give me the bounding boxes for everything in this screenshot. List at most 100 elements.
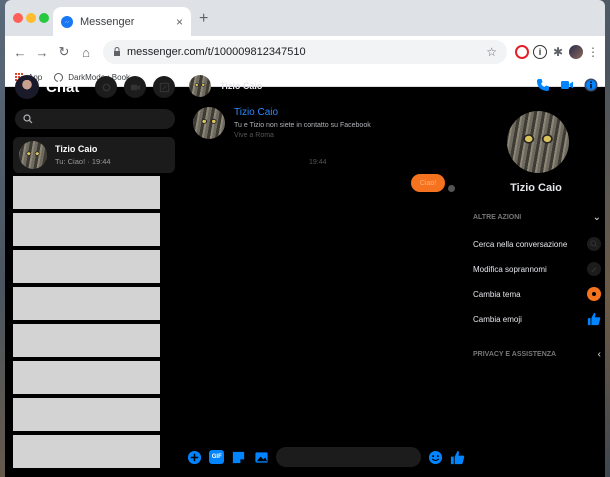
video-call-button[interactable] xyxy=(559,77,575,93)
message-timestamp: 19:44 xyxy=(309,159,327,166)
emoji-button[interactable] xyxy=(428,449,443,465)
browser-menu-icon[interactable]: ⋮ xyxy=(587,45,599,59)
minimize-window-button[interactable] xyxy=(26,13,36,23)
avatar[interactable] xyxy=(15,75,39,99)
browser-toolbar: ← → ↻ ⌂ messenger.com/t/100009812347510 … xyxy=(5,36,605,68)
action-label: Cerca nella conversazione xyxy=(473,239,568,249)
address-bar[interactable]: messenger.com/t/100009812347510 ☆ xyxy=(103,40,507,64)
home-icon[interactable]: ⌂ xyxy=(77,43,95,61)
section-title: PRIVACY E ASSISTENZA xyxy=(473,351,557,358)
loading-placeholders xyxy=(13,176,160,472)
forward-icon[interactable]: → xyxy=(33,43,51,61)
compose-icon xyxy=(159,82,169,92)
contact-name: Tizio Caio xyxy=(220,81,263,91)
close-window-button[interactable] xyxy=(13,13,23,23)
search-input[interactable] xyxy=(39,114,159,124)
theme-color-icon xyxy=(587,287,601,301)
change-emoji-row[interactable]: Cambia emoji xyxy=(473,312,601,326)
list-item[interactable]: Tizio Caio Tu: Ciao! · 19:44 xyxy=(13,137,175,173)
image-icon xyxy=(254,451,268,463)
sticker-button[interactable] xyxy=(231,449,246,465)
bookmark-star-icon[interactable]: ☆ xyxy=(486,45,497,59)
change-theme-row[interactable]: Cambia tema xyxy=(473,287,601,301)
avatar xyxy=(19,141,47,169)
conversation-name: Tizio Caio xyxy=(55,144,98,154)
tab-title: Messenger xyxy=(80,15,135,28)
action-label: Modifica soprannomi xyxy=(473,264,547,274)
contact-intro: Tizio Caio Tu e Tizio non siete in conta… xyxy=(193,107,371,139)
profile-name: Tizio Caio xyxy=(510,182,562,194)
video-camera-icon xyxy=(130,84,140,90)
send-like-button[interactable] xyxy=(450,449,465,465)
video-camera-icon xyxy=(561,81,573,89)
placeholder-block xyxy=(13,176,160,209)
placeholder-block xyxy=(13,435,160,468)
intro-location: Vive a Roma xyxy=(234,132,274,139)
placeholder-block xyxy=(13,287,160,320)
action-label: Cambia tema xyxy=(473,289,521,299)
back-icon[interactable]: ← xyxy=(11,43,29,61)
info-extension-icon[interactable]: i xyxy=(533,45,547,59)
audio-call-button[interactable] xyxy=(535,77,551,93)
more-actions-button[interactable] xyxy=(187,449,202,465)
search-icon xyxy=(23,114,33,124)
placeholder-block xyxy=(13,213,160,246)
avatar xyxy=(193,107,225,139)
placeholder-block xyxy=(13,361,160,394)
opera-extension-icon[interactable] xyxy=(515,45,529,59)
new-video-call-button[interactable] xyxy=(124,76,146,98)
page-title: Chat xyxy=(46,78,80,96)
extensions-puzzle-icon[interactable]: ✱ xyxy=(551,45,565,59)
zoom-window-button[interactable] xyxy=(39,13,49,23)
avatar[interactable] xyxy=(507,111,569,173)
conversation-info-panel: Tizio Caio ALTRE AZIONI ⌄ Cerca nella co… xyxy=(467,69,605,477)
chevron-down-icon: ⌄ xyxy=(592,212,601,223)
conversation-preview: Tu: Ciao! · 19:44 xyxy=(55,157,111,166)
placeholder-block xyxy=(13,324,160,357)
settings-gear-button[interactable] xyxy=(95,76,117,98)
intro-name-link[interactable]: Tizio Caio xyxy=(234,107,371,118)
thumbs-up-icon xyxy=(587,312,601,326)
search-in-conversation-row[interactable]: Cerca nella conversazione xyxy=(473,237,601,251)
chevron-left-icon: ‹ xyxy=(597,349,601,360)
thumbs-up-icon xyxy=(450,450,465,464)
browser-tab[interactable]: Messenger × xyxy=(53,7,191,36)
read-receipt-icon xyxy=(448,185,455,192)
privacy-section-header[interactable]: PRIVACY E ASSISTENZA ‹ xyxy=(473,349,601,360)
search-bar[interactable] xyxy=(15,109,175,129)
intro-text: Tizio Caio Tu e Tizio non siete in conta… xyxy=(234,107,371,139)
conversation-text: Tizio Caio Tu: Ciao! · 19:44 xyxy=(55,144,111,166)
messenger-favicon-icon xyxy=(61,15,73,28)
compose-button[interactable] xyxy=(153,76,175,98)
message-input[interactable] xyxy=(275,447,421,467)
edit-nicknames-row[interactable]: Modifica soprannomi xyxy=(473,262,601,276)
search-icon xyxy=(587,237,601,251)
conversation-info-button[interactable] xyxy=(583,77,599,93)
smiley-icon xyxy=(428,450,442,464)
plus-circle-icon xyxy=(188,450,202,464)
chat-sidebar: Chat Tizio Caio Tu: Ciao! · 19:44 xyxy=(5,69,177,477)
profile-avatar-icon[interactable] xyxy=(569,45,583,59)
edit-icon xyxy=(587,262,601,276)
conversation-pane: Tizio Caio Tizio Caio Tu e Tizio non sie… xyxy=(183,69,465,477)
tab-bar: Messenger × + xyxy=(5,0,605,36)
new-tab-button[interactable]: + xyxy=(199,10,208,28)
intro-subtitle: Tu e Tizio non siete in contatto su Face… xyxy=(234,122,371,129)
action-label: Cambia emoji xyxy=(473,314,522,324)
sent-message-bubble[interactable]: Ciao! xyxy=(411,174,445,192)
gif-button[interactable]: GIF xyxy=(209,450,225,464)
chat-header: Chat xyxy=(15,69,175,105)
info-icon xyxy=(584,78,598,92)
url-text: messenger.com/t/100009812347510 xyxy=(127,46,306,58)
messenger-app: Chat Tizio Caio Tu: Ciao! · 19:44 Tizio … xyxy=(5,75,605,477)
photo-button[interactable] xyxy=(253,449,268,465)
placeholder-block xyxy=(13,250,160,283)
message-composer: GIF xyxy=(187,445,465,469)
sticker-icon xyxy=(233,451,245,463)
conversation-actions xyxy=(535,77,599,93)
tab-close-icon[interactable]: × xyxy=(176,15,183,29)
avatar xyxy=(189,75,211,97)
more-actions-section-header[interactable]: ALTRE AZIONI ⌄ xyxy=(473,212,601,223)
conversation-header[interactable]: Tizio Caio xyxy=(189,75,262,97)
reload-icon[interactable]: ↻ xyxy=(55,43,73,61)
